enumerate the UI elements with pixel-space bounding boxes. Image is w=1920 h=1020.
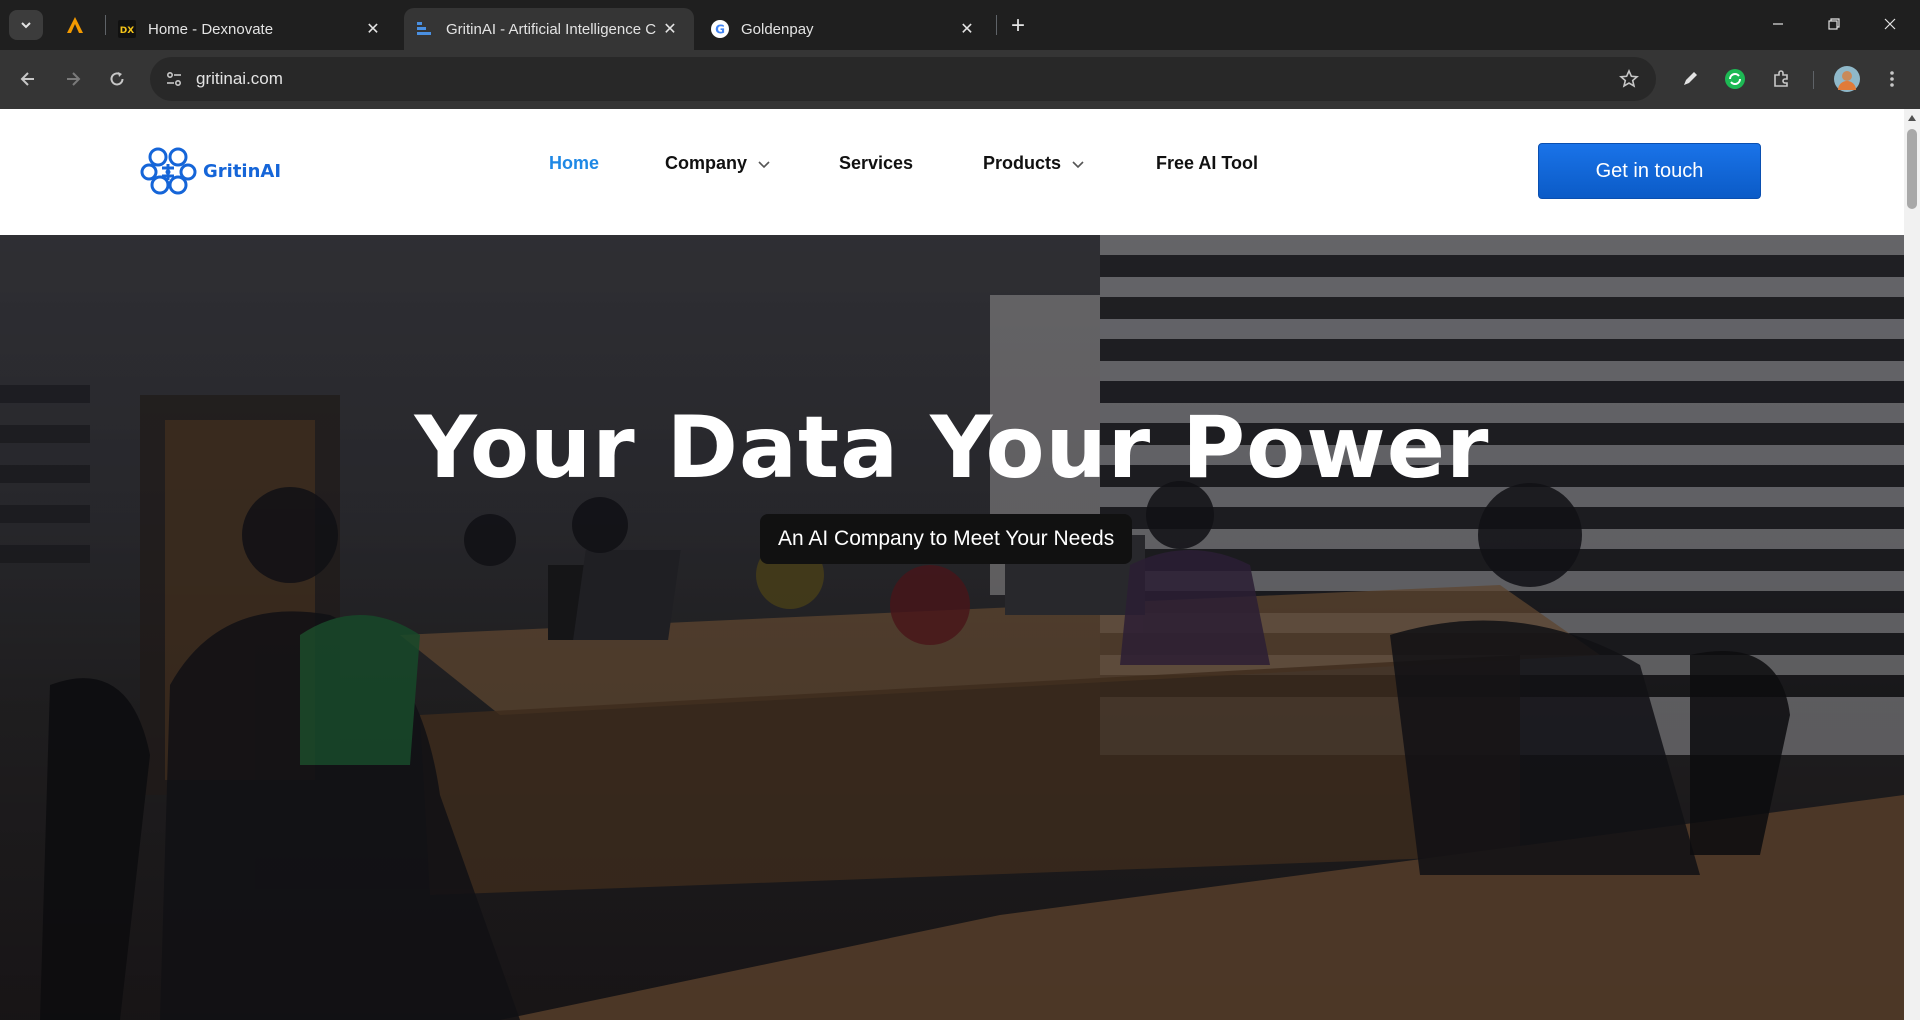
back-button[interactable]	[12, 63, 44, 95]
browser-menu-button[interactable]	[1876, 63, 1908, 95]
tab-title: Goldenpay	[741, 20, 814, 38]
hero-office-image	[0, 235, 1904, 1020]
back-arrow-icon	[20, 72, 34, 86]
tab-goldenpay[interactable]: G Goldenpay ✕	[699, 8, 991, 50]
get-in-touch-button[interactable]: Get in touch	[1538, 143, 1761, 199]
minimize-icon	[1773, 23, 1783, 25]
tab-dexnovate[interactable]: DX Home - Dexnovate ✕	[106, 8, 397, 50]
close-icon	[1884, 18, 1896, 30]
nav-free-ai-tool[interactable]: Free AI Tool	[1156, 153, 1258, 174]
puzzle-icon	[1774, 70, 1788, 87]
hero-subheadline: An AI Company to Meet Your Needs	[760, 514, 1133, 564]
nav-products-label: Products	[983, 153, 1062, 173]
close-tab-icon[interactable]: ✕	[361, 17, 385, 41]
dexnovate-favicon-icon: DX	[118, 20, 136, 38]
extension-pen-button[interactable]	[1674, 63, 1706, 95]
tab-title: GritinAI - Artificial Intelligence C	[446, 20, 657, 38]
gritinai-logo-icon	[140, 147, 197, 195]
tab-title: Home - Dexnovate	[148, 20, 274, 38]
nav-home[interactable]: Home	[549, 153, 599, 174]
forward-arrow-icon	[67, 72, 81, 86]
logo-text: GritinAI	[203, 160, 282, 182]
close-window-button[interactable]	[1862, 0, 1918, 48]
pinned-site-icon	[67, 17, 83, 33]
chevron-down-icon	[757, 159, 771, 169]
bookmark-star-icon[interactable]	[1616, 66, 1642, 92]
chevron-down-icon	[1071, 159, 1085, 169]
nav-services[interactable]: Services	[839, 153, 913, 174]
sync-extension-icon	[1725, 69, 1745, 89]
browser-toolbar: gritinai.com	[0, 50, 1920, 109]
extension-sync-button[interactable]	[1719, 63, 1751, 95]
restore-button[interactable]	[1806, 0, 1862, 48]
close-tab-icon[interactable]: ✕	[658, 17, 682, 41]
nav-company[interactable]: Company	[665, 153, 771, 174]
site-logo[interactable]: GritinAI	[140, 146, 281, 196]
site-header: GritinAI Home Company Services Products …	[0, 109, 1904, 235]
scroll-thumb[interactable]	[1907, 129, 1917, 209]
new-tab-button[interactable]: +	[1003, 11, 1033, 41]
close-tab-icon[interactable]: ✕	[955, 17, 979, 41]
page-viewport: GritinAI Home Company Services Products …	[0, 109, 1904, 1020]
nav-company-label: Company	[665, 153, 748, 173]
forward-button[interactable]	[57, 63, 89, 95]
svg-text:G: G	[715, 23, 725, 37]
nav-products[interactable]: Products	[983, 153, 1085, 174]
toolbar-divider	[1813, 71, 1814, 89]
google-favicon-icon: G	[711, 20, 729, 38]
extensions-button[interactable]	[1765, 63, 1797, 95]
hero-headline: Your Data Your Power	[414, 398, 1490, 498]
restore-icon	[1828, 18, 1840, 30]
address-text: gritinai.com	[196, 69, 283, 88]
pen-icon	[1684, 72, 1697, 85]
reload-button[interactable]	[101, 63, 133, 95]
profile-button[interactable]	[1831, 63, 1863, 95]
tab-strip: DX Home - Dexnovate ✕ GritinAI - Artific…	[0, 0, 1920, 50]
tab-separator	[996, 15, 997, 35]
tab-search-button[interactable]	[9, 10, 43, 40]
more-vertical-icon	[1890, 71, 1894, 87]
scroll-up-arrow-icon[interactable]	[1908, 115, 1916, 121]
pinned-tab[interactable]	[58, 10, 92, 40]
chevron-down-icon	[21, 22, 31, 29]
tab-gritinai[interactable]: GritinAI - Artificial Intelligence C ✕	[404, 8, 694, 50]
avatar	[1834, 66, 1860, 92]
svg-text:DX: DX	[120, 26, 134, 36]
gritinai-favicon-icon	[416, 20, 434, 38]
address-bar[interactable]: gritinai.com	[150, 57, 1656, 101]
hero-section: Your Data Your Power An AI Company to Me…	[0, 235, 1904, 1020]
site-info-icon[interactable]	[160, 65, 188, 93]
reload-icon	[110, 72, 124, 86]
minimize-button[interactable]	[1750, 0, 1806, 48]
page-scrollbar[interactable]	[1904, 109, 1920, 1020]
